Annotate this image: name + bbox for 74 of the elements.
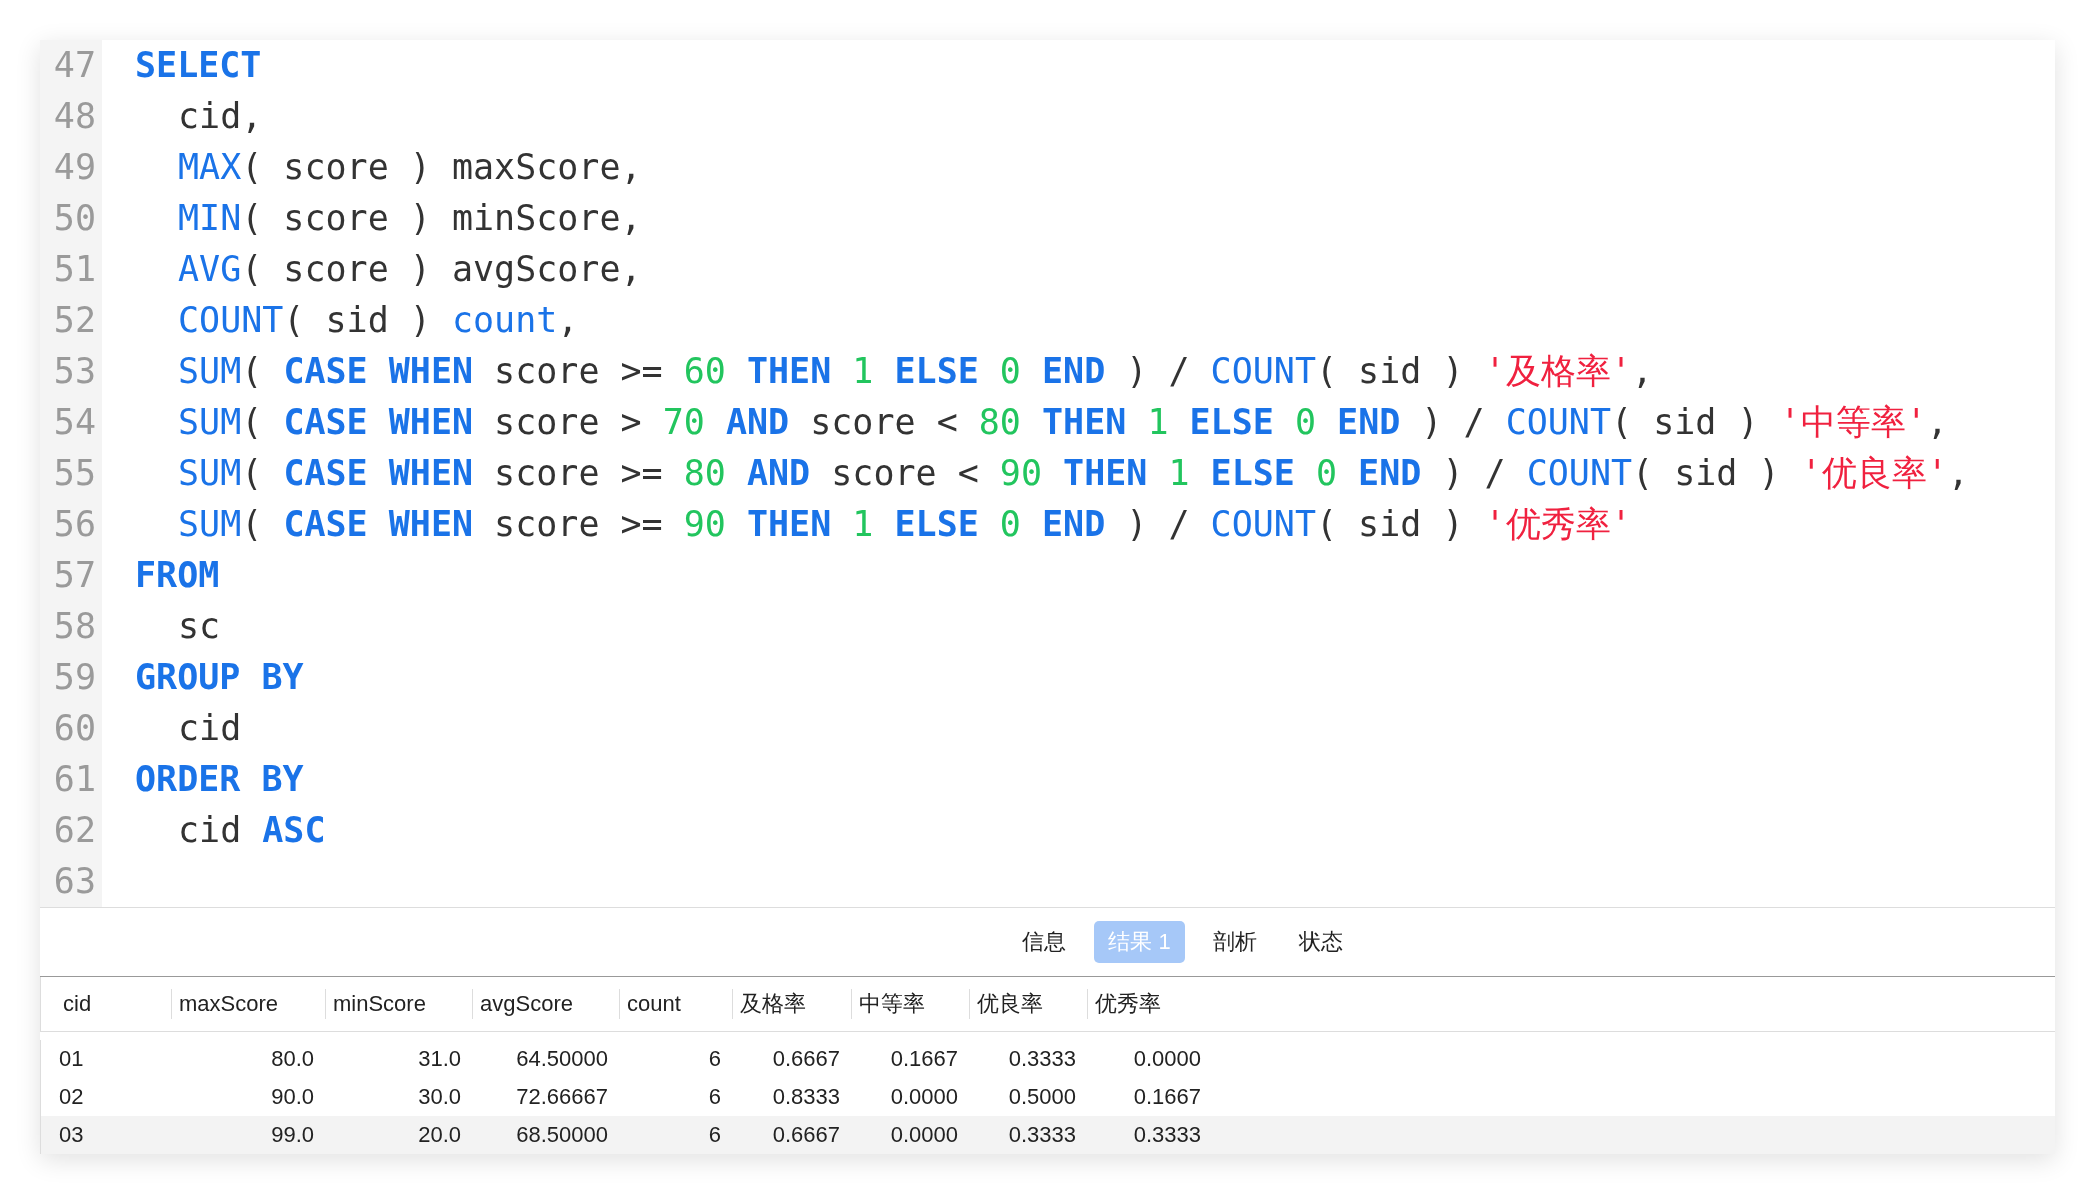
- table-row[interactable]: 01 80.0 31.0 64.50000 6 0.6667 0.1667 0.3333 0.0000: [40, 1040, 2055, 1078]
- table-cell-text: 64.50000: [515, 1045, 609, 1073]
- code-line: FROM: [134, 554, 220, 597]
- table-cell-text: 0.8333: [771, 1083, 841, 1111]
- table-cell-text: 0.3333: [1007, 1121, 1077, 1149]
- table-row[interactable]: 03 99.0 20.0 68.50000 6 0.6667 0.0000 0.3333 0.3333: [40, 1116, 2055, 1154]
- table-cell-text: 31.0: [417, 1045, 462, 1073]
- code-line: COUNT( sid ) count,: [177, 299, 579, 342]
- column-header[interactable]: 优良率: [969, 989, 1087, 1019]
- code-line: SUM( CASE WHEN score >= 60 THEN 1 ELSE 0 END ) / COUNT( sid ) '及格率',: [177, 350, 1653, 393]
- table-cell-text: 6: [707, 1121, 722, 1149]
- table-cell-text: 0.6667: [771, 1045, 841, 1073]
- line-number: 48: [40, 91, 102, 142]
- column-header[interactable]: cid: [41, 989, 171, 1019]
- code-line: AVG( score ) avgScore,: [177, 248, 642, 291]
- line-number: 63: [40, 856, 102, 907]
- column-header[interactable]: minScore: [325, 989, 472, 1019]
- table-cell-text: 01: [58, 1045, 85, 1073]
- table-cell-text: 90.0: [270, 1083, 315, 1111]
- table-cell-text: 0.1667: [1132, 1083, 1202, 1111]
- table-cell-text: 99.0: [270, 1121, 315, 1149]
- line-number: 55: [40, 448, 102, 499]
- table-cell-text: 0.5000: [1007, 1083, 1077, 1111]
- line-number: 49: [40, 142, 102, 193]
- line-number: 62: [40, 805, 102, 856]
- line-number: 54: [40, 397, 102, 448]
- result-tab[interactable]: 状态: [1284, 921, 1357, 963]
- table-cell-text: 72.66667: [515, 1083, 609, 1111]
- line-number: 58: [40, 601, 102, 652]
- column-header[interactable]: 优秀率: [1087, 989, 1212, 1019]
- table-cell-text: 0.0000: [1132, 1045, 1202, 1073]
- code-line: cid: [177, 707, 242, 750]
- table-cell-text: 80.0: [270, 1045, 315, 1073]
- code-line: MIN( score ) minScore,: [177, 197, 642, 240]
- result-tab[interactable]: 信息: [1008, 921, 1081, 963]
- table-cell-text: 6: [707, 1045, 722, 1073]
- table-cell-text: 0.1667: [889, 1045, 959, 1073]
- code-line: ORDER BY: [134, 758, 304, 801]
- table-cell-text: 02: [58, 1083, 85, 1111]
- table-cell-text: 20.0: [417, 1121, 462, 1149]
- code-line: MAX( score ) maxScore,: [177, 146, 642, 189]
- column-header[interactable]: count: [619, 989, 732, 1019]
- column-header[interactable]: avgScore: [472, 989, 619, 1019]
- result-tab[interactable]: 剖析: [1198, 921, 1271, 963]
- line-number: 51: [40, 244, 102, 295]
- column-header[interactable]: maxScore: [171, 989, 325, 1019]
- line-number: 53: [40, 346, 102, 397]
- table-cell-text: 0.3333: [1132, 1121, 1202, 1149]
- code-line: SUM( CASE WHEN score >= 80 AND score < 90 THEN 1 ELSE 0 END ) / COUNT( sid ) '优良率',: [177, 452, 1969, 495]
- line-number: 60: [40, 703, 102, 754]
- table-cell-text: 0.0000: [889, 1121, 959, 1149]
- column-header[interactable]: 及格率: [732, 989, 851, 1019]
- line-number: 59: [40, 652, 102, 703]
- table-cell-text: 0.0000: [889, 1083, 959, 1111]
- line-number: 57: [40, 550, 102, 601]
- code-line: SELECT: [134, 44, 262, 87]
- code-line: cid ASC: [177, 809, 326, 852]
- code-line: SUM( CASE WHEN score >= 90 THEN 1 ELSE 0 END ) / COUNT( sid ) '优秀率': [177, 503, 1632, 546]
- line-number: 47: [40, 40, 102, 91]
- line-number: 56: [40, 499, 102, 550]
- code-line: GROUP BY: [134, 656, 304, 699]
- line-number: 52: [40, 295, 102, 346]
- line-number: 50: [40, 193, 102, 244]
- table-cell-text: 0.6667: [771, 1121, 841, 1149]
- code-line: cid,: [177, 95, 263, 138]
- code-line: sc: [177, 605, 221, 648]
- table-cell-text: 68.50000: [515, 1121, 609, 1149]
- table-cell-text: 30.0: [417, 1083, 462, 1111]
- line-number: 61: [40, 754, 102, 805]
- table-cell-text: 6: [707, 1083, 722, 1111]
- code-line: SUM( CASE WHEN score > 70 AND score < 80 THEN 1 ELSE 0 END ) / COUNT( sid ) '中等率',: [177, 401, 1948, 444]
- table-cell-text: 0.3333: [1007, 1045, 1077, 1073]
- column-header[interactable]: 中等率: [851, 989, 969, 1019]
- table-cell-text: 03: [58, 1121, 85, 1149]
